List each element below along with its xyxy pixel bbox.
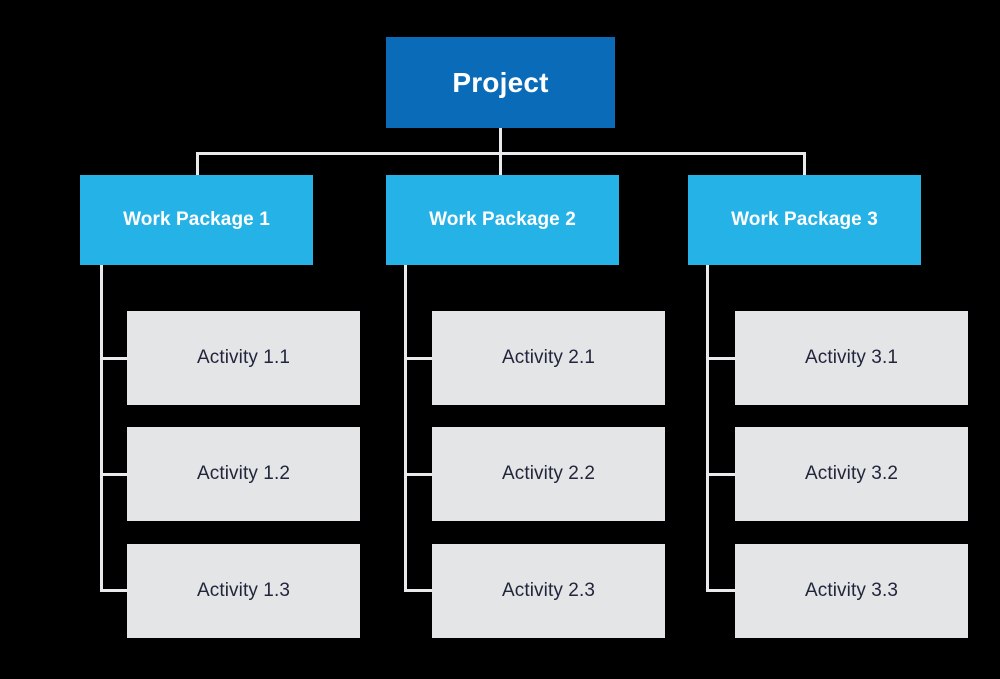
node-activity-3-1[interactable]: Activity 3.1: [735, 311, 968, 405]
node-work-package-3[interactable]: Work Package 3: [688, 175, 921, 265]
connector-stub-activity-2-3: [404, 589, 434, 592]
node-work-package-3-label: Work Package 3: [731, 208, 878, 230]
node-activity-1-2[interactable]: Activity 1.2: [127, 427, 360, 521]
node-activity-2-3-label: Activity 2.3: [501, 579, 596, 601]
node-activity-3-2[interactable]: Activity 3.2: [735, 427, 968, 521]
node-work-package-2-label: Work Package 2: [429, 208, 576, 230]
node-activity-3-1-label: Activity 3.1: [804, 346, 899, 368]
node-activity-1-3[interactable]: Activity 1.3: [127, 544, 360, 638]
node-activity-2-1[interactable]: Activity 2.1: [432, 311, 665, 405]
connector-stub-activity-2-1: [404, 357, 434, 360]
node-activity-2-1-label: Activity 2.1: [501, 346, 596, 368]
connector-root-stem: [499, 128, 502, 155]
connector-drop-work-package-3: [803, 152, 806, 176]
node-activity-1-1[interactable]: Activity 1.1: [127, 311, 360, 405]
node-work-package-1[interactable]: Work Package 1: [80, 175, 313, 265]
node-activity-3-3-label: Activity 3.3: [804, 579, 899, 601]
node-activity-1-3-label: Activity 1.3: [196, 579, 291, 601]
node-activity-1-2-label: Activity 1.2: [196, 462, 291, 484]
connector-stub-activity-2-2: [404, 473, 434, 476]
node-activity-2-3[interactable]: Activity 2.3: [432, 544, 665, 638]
node-project-label: Project: [452, 66, 549, 98]
connector-trunk-work-package-1: [100, 265, 103, 591]
node-project[interactable]: Project: [386, 37, 615, 128]
connector-trunk-work-package-3: [706, 265, 709, 591]
node-work-package-1-label: Work Package 1: [123, 208, 270, 230]
connector-drop-work-package-1: [196, 152, 199, 176]
node-activity-2-2[interactable]: Activity 2.2: [432, 427, 665, 521]
connector-stub-activity-3-2: [706, 473, 736, 476]
connector-trunk-work-package-2: [404, 265, 407, 591]
connector-stub-activity-1-3: [100, 589, 130, 592]
wbs-diagram-canvas: Project Work Package 1 Work Package 2 Wo…: [0, 0, 1000, 679]
node-activity-3-2-label: Activity 3.2: [804, 462, 899, 484]
connector-stub-activity-3-3: [706, 589, 736, 592]
node-activity-2-2-label: Activity 2.2: [501, 462, 596, 484]
node-activity-3-3[interactable]: Activity 3.3: [735, 544, 968, 638]
connector-stub-activity-1-1: [100, 357, 130, 360]
connector-drop-work-package-2: [499, 152, 502, 176]
node-work-package-2[interactable]: Work Package 2: [386, 175, 619, 265]
connector-stub-activity-1-2: [100, 473, 130, 476]
node-activity-1-1-label: Activity 1.1: [196, 346, 291, 368]
connector-stub-activity-3-1: [706, 357, 736, 360]
